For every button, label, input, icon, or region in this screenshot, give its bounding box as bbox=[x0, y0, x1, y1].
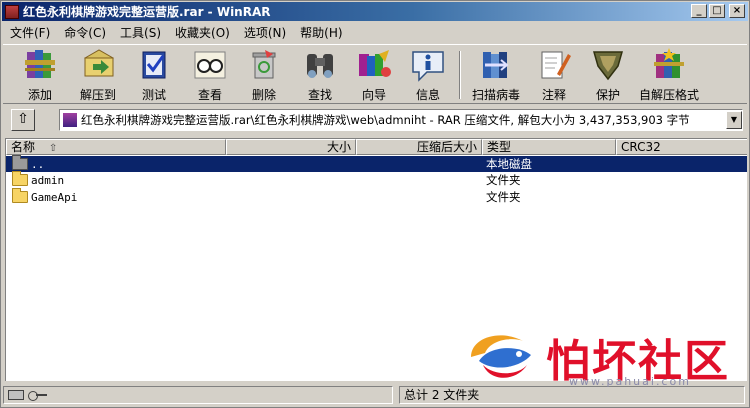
binoculars-find-icon bbox=[301, 48, 339, 82]
file-type: 本地磁盘 bbox=[486, 157, 532, 171]
close-button[interactable]: × bbox=[729, 4, 745, 18]
file-type: 文件夹 bbox=[486, 190, 521, 204]
menu-file[interactable]: 文件(F) bbox=[3, 24, 57, 41]
wizard-button[interactable]: 向导 bbox=[347, 48, 401, 104]
file-name: .. bbox=[31, 157, 45, 171]
address-path: 红色永利棋牌游戏完整运营版.rar\红色永利棋牌游戏\web\admniht -… bbox=[81, 113, 690, 127]
column-crc[interactable]: CRC32 bbox=[616, 139, 747, 155]
test-label: 测试 bbox=[141, 88, 166, 102]
test-button[interactable]: 测试 bbox=[127, 48, 181, 104]
winrar-window: 红色永利棋牌游戏完整运营版.rar - WinRAR _ □ × 文件(F) 命… bbox=[0, 0, 750, 408]
maximize-button[interactable]: □ bbox=[709, 4, 725, 18]
file-name-cell: .. bbox=[12, 155, 45, 171]
address-bar[interactable]: 红色永利棋牌游戏完整运营版.rar\红色永利棋牌游戏\web\admniht -… bbox=[59, 109, 743, 131]
title-bar[interactable]: 红色永利棋牌游戏完整运营版.rar - WinRAR _ □ × bbox=[2, 2, 748, 21]
winrar-app-icon[interactable] bbox=[5, 4, 19, 19]
column-type[interactable]: 类型 bbox=[482, 139, 616, 155]
menu-tools[interactable]: 工具(S) bbox=[113, 24, 168, 41]
up-folder-button[interactable]: ⇧ bbox=[11, 109, 35, 131]
file-name-cell: GameApi bbox=[12, 188, 78, 204]
archive-icon bbox=[63, 113, 77, 127]
window-controls: _ □ × bbox=[691, 4, 745, 18]
file-row-admin[interactable]: admin 文件夹 bbox=[6, 171, 747, 188]
add-button[interactable]: 添加 bbox=[13, 48, 67, 104]
delete-button[interactable]: 删除 bbox=[237, 48, 291, 104]
virus-scan-button[interactable]: 扫描病毒 bbox=[466, 48, 526, 104]
menu-help[interactable]: 帮助(H) bbox=[293, 24, 349, 41]
delete-label: 删除 bbox=[251, 88, 276, 102]
minimize-button[interactable]: _ bbox=[691, 4, 707, 18]
key-icon[interactable] bbox=[28, 390, 48, 401]
address-row: ⇧ 红色永利棋牌游戏完整运营版.rar\红色永利棋牌游戏\web\admniht… bbox=[3, 107, 747, 133]
comment-button[interactable]: 注释 bbox=[527, 48, 581, 104]
watermark: 怕坏社区 www.pahuai.com bbox=[461, 323, 749, 388]
sfx-label: 自解压格式 bbox=[638, 88, 699, 102]
virus-scan-label: 扫描病毒 bbox=[471, 88, 520, 102]
sfx-button[interactable]: 自解压格式 bbox=[633, 48, 705, 104]
file-row-parent[interactable]: .. 本地磁盘 bbox=[6, 155, 747, 172]
menu-favorites[interactable]: 收藏夹(O) bbox=[168, 24, 237, 41]
file-name-cell: admin bbox=[12, 171, 65, 187]
protect-label: 保护 bbox=[595, 88, 620, 102]
menu-commands[interactable]: 命令(C) bbox=[57, 24, 113, 41]
glasses-view-icon bbox=[191, 48, 229, 82]
folder-icon bbox=[12, 171, 28, 186]
extract-to-label: 解压到 bbox=[79, 88, 116, 102]
file-name: admin bbox=[31, 173, 65, 187]
recycle-delete-icon bbox=[245, 48, 283, 82]
test-check-icon bbox=[135, 48, 173, 82]
sort-arrow-icon: ⇧ bbox=[48, 143, 58, 154]
column-headers: 名称 ⇧ 大小 压缩后大小 类型 CRC32 bbox=[6, 139, 747, 155]
folder-icon bbox=[12, 188, 28, 203]
info-button[interactable]: 信息 bbox=[401, 48, 455, 104]
column-packed[interactable]: 压缩后大小 bbox=[356, 139, 482, 155]
column-size[interactable]: 大小 bbox=[226, 139, 356, 155]
column-name[interactable]: 名称 ⇧ bbox=[6, 139, 226, 155]
address-dropdown-button[interactable]: ▼ bbox=[726, 111, 742, 129]
status-left bbox=[3, 386, 393, 404]
menu-options[interactable]: 选项(N) bbox=[237, 24, 293, 41]
find-button[interactable]: 查找 bbox=[293, 48, 347, 104]
file-name: GameApi bbox=[31, 190, 78, 204]
folder-extract-icon bbox=[79, 48, 117, 82]
toolbar-separator bbox=[459, 51, 461, 99]
comment-pen-icon bbox=[535, 48, 573, 82]
menu-bar: 文件(F) 命令(C) 工具(S) 收藏夹(O) 选项(N) 帮助(H) bbox=[3, 22, 350, 42]
comment-label: 注释 bbox=[541, 88, 566, 102]
shield-protect-icon bbox=[589, 48, 627, 82]
extract-to-button[interactable]: 解压到 bbox=[71, 48, 125, 104]
find-label: 查找 bbox=[307, 88, 332, 102]
add-label: 添加 bbox=[27, 88, 52, 102]
window-title: 红色永利棋牌游戏完整运营版.rar - WinRAR bbox=[23, 5, 271, 19]
protect-button[interactable]: 保护 bbox=[581, 48, 635, 104]
scan-virus-icon bbox=[477, 48, 515, 82]
drive-icon[interactable] bbox=[8, 390, 24, 400]
books-add-icon bbox=[21, 48, 59, 82]
info-label: 信息 bbox=[415, 88, 440, 102]
wizard-label: 向导 bbox=[361, 88, 386, 102]
watermark-url: www.pahuai.com bbox=[569, 375, 691, 388]
sfx-books-icon bbox=[650, 48, 688, 82]
file-row-gameapi[interactable]: GameApi 文件夹 bbox=[6, 188, 747, 205]
toolbar: 添加 解压到 测试 查看 删除 查找 向导 信息 扫描病毒 注释 保护 自解压格… bbox=[3, 44, 747, 104]
wizard-icon bbox=[355, 48, 393, 82]
info-icon bbox=[409, 48, 447, 82]
view-label: 查看 bbox=[197, 88, 222, 102]
column-name-label: 名称 bbox=[11, 140, 36, 154]
parent-folder-icon bbox=[12, 155, 28, 170]
watermark-logo-icon bbox=[461, 323, 541, 385]
view-button[interactable]: 查看 bbox=[183, 48, 237, 104]
file-type: 文件夹 bbox=[486, 173, 521, 187]
